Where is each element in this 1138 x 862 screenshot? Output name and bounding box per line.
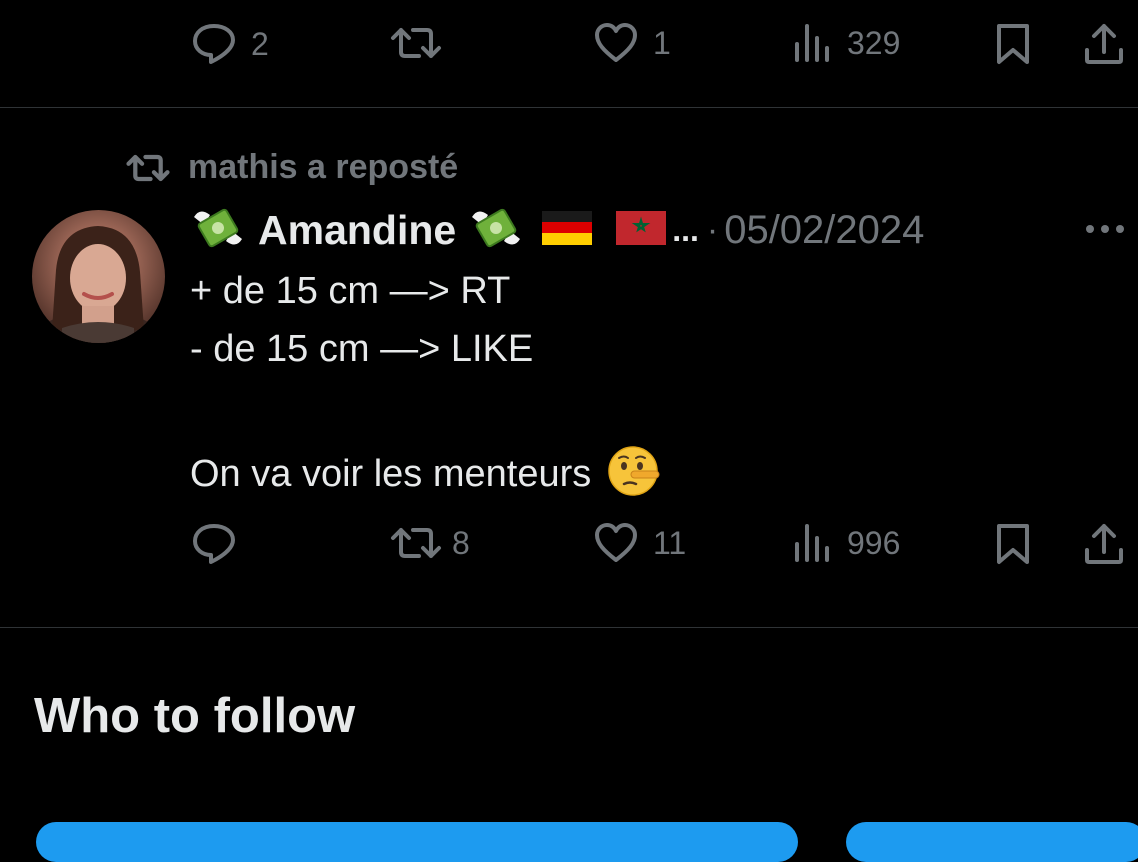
views-count: 996 — [847, 525, 901, 561]
repost-button[interactable] — [390, 22, 456, 64]
share-icon — [1083, 522, 1125, 566]
lying-face-emoji — [607, 444, 661, 503]
tweet-line-3-wrap: On va voir les menteurs — [190, 444, 661, 503]
reply-icon — [191, 522, 237, 566]
views-count: 329 — [847, 25, 901, 61]
share-button[interactable] — [1083, 22, 1125, 66]
like-count: 1 — [653, 25, 671, 61]
views-button[interactable]: 329 — [793, 22, 900, 64]
bookmark-icon — [994, 22, 1032, 66]
repost-icon — [126, 150, 170, 186]
reply-button[interactable]: 2 — [191, 22, 269, 66]
separator-dot: · — [706, 210, 719, 249]
divider — [0, 107, 1138, 108]
follow-card[interactable] — [36, 822, 798, 862]
germany-flag — [542, 210, 593, 250]
morocco-flag — [616, 210, 667, 250]
reply-icon — [191, 22, 237, 66]
repost-button[interactable]: 8 — [390, 522, 470, 564]
name-ellipsis: ... — [672, 211, 699, 248]
like-button[interactable]: 1 — [593, 22, 671, 64]
tweet-line-3: On va voir les menteurs — [190, 452, 592, 495]
repost-count: 8 — [452, 525, 470, 561]
tweet-date[interactable]: 05/02/2024 — [724, 208, 924, 253]
views-button[interactable]: 996 — [793, 522, 900, 564]
section-title: Who to follow — [34, 689, 356, 743]
views-icon — [793, 22, 833, 64]
repost-icon — [390, 522, 442, 564]
bookmark-icon — [994, 522, 1032, 566]
money-wings-emoji — [468, 203, 524, 258]
like-button[interactable]: 11 — [593, 522, 686, 564]
avatar[interactable] — [32, 210, 165, 343]
tweet-line-2: - de 15 cm —> LIKE — [190, 328, 534, 370]
like-icon — [593, 22, 639, 64]
bookmark-button[interactable] — [994, 522, 1032, 566]
like-icon — [593, 522, 639, 564]
follow-card[interactable] — [846, 822, 1138, 862]
like-count: 11 — [653, 525, 687, 561]
reply-count: 2 — [251, 26, 269, 62]
more-button[interactable] — [1083, 214, 1127, 244]
more-icon — [1083, 214, 1127, 244]
share-icon — [1083, 22, 1125, 66]
views-icon — [793, 522, 833, 564]
repost-label: mathis a reposté — [188, 148, 459, 186]
divider — [0, 627, 1138, 628]
tweet-header: Amandine ... · 05/02/2024 — [190, 200, 924, 260]
share-button[interactable] — [1083, 522, 1125, 566]
author-name[interactable]: Amandine — [258, 207, 456, 254]
reply-button[interactable] — [191, 522, 251, 566]
repost-context[interactable]: mathis a reposté — [126, 148, 458, 187]
repost-icon — [390, 22, 442, 64]
bookmark-button[interactable] — [994, 22, 1032, 66]
avatar-portrait — [32, 226, 165, 343]
tweet-line-1: + de 15 cm —> RT — [190, 270, 511, 312]
money-wings-emoji — [190, 203, 246, 258]
